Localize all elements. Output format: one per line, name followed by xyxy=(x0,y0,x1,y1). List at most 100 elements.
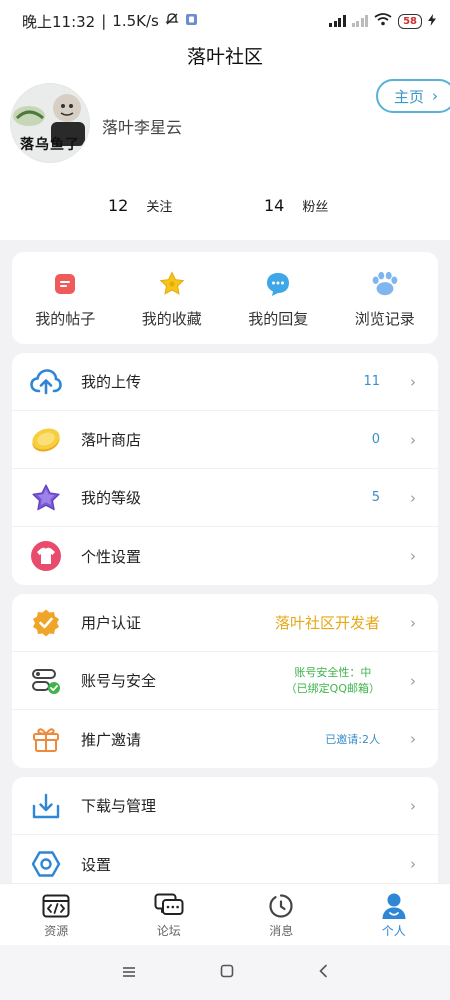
chat-bubble-icon xyxy=(264,270,292,298)
shirt-icon xyxy=(30,540,62,572)
invite-label: 推广邀请 xyxy=(81,730,142,749)
forum-icon xyxy=(154,892,184,920)
settings-hexagon-icon xyxy=(30,848,62,880)
my-replies-button[interactable]: 我的回复 xyxy=(225,252,332,344)
my-favorites-label: 我的收藏 xyxy=(141,310,202,328)
battery-indicator: 58 xyxy=(398,13,422,29)
charging-icon xyxy=(428,13,436,29)
nav-resources-label: 资源 xyxy=(44,924,69,938)
home-page-button[interactable]: 主页 › xyxy=(376,79,450,113)
nav-forum-label: 论坛 xyxy=(156,924,181,938)
wifi-icon xyxy=(374,13,392,29)
nav-profile-label: 个人 xyxy=(381,924,406,938)
page-title: 落叶社区 xyxy=(186,46,263,68)
status-speed: 1.5K/s xyxy=(112,12,159,30)
store-row[interactable]: 落叶商店 0 › xyxy=(12,411,438,469)
nav-profile[interactable]: 个人 xyxy=(338,884,450,945)
account-security-label: 账号与安全 xyxy=(81,672,157,690)
my-uploads-row[interactable]: 我的上传 11 › xyxy=(12,353,438,411)
nav-messages[interactable]: 消息 xyxy=(225,884,338,945)
chevron-right-icon: › xyxy=(410,488,416,507)
account-security-row[interactable]: 账号与安全 账号安全性：中 （已绑定QQ邮箱） › xyxy=(12,652,438,710)
menu-group-3: 下载与管理 › 设置 › xyxy=(12,777,438,897)
chevron-right-icon: › xyxy=(410,671,416,690)
download-icon xyxy=(30,790,62,822)
chevron-right-icon: › xyxy=(432,87,439,105)
chevron-right-icon: › xyxy=(410,855,416,873)
my-level-row[interactable]: 我的等级 5 › xyxy=(12,469,438,527)
menu-icon[interactable] xyxy=(122,963,136,982)
post-icon xyxy=(51,270,79,298)
security-icon xyxy=(30,665,62,697)
message-icon xyxy=(266,892,296,920)
code-icon xyxy=(41,892,71,920)
status-bar: 晚上11:32 | 1.5K/s 58 xyxy=(0,0,450,42)
following-stat[interactable]: 12 关注 xyxy=(108,196,172,215)
chevron-right-icon: › xyxy=(410,796,416,815)
settings-label: 设置 xyxy=(81,855,112,874)
nav-resources[interactable]: 资源 xyxy=(0,884,113,945)
download-manager-label: 下载与管理 xyxy=(81,797,157,815)
nav-messages-label: 消息 xyxy=(269,924,294,938)
invite-count: 已邀请:2人 xyxy=(325,733,380,746)
gift-icon xyxy=(30,723,62,755)
my-posts-button[interactable]: 我的帖子 xyxy=(12,252,119,344)
signal-icon xyxy=(329,15,346,27)
chevron-right-icon: › xyxy=(410,430,416,449)
person-icon xyxy=(379,892,409,920)
system-nav-bar xyxy=(0,945,450,1000)
personalization-label: 个性设置 xyxy=(81,547,142,566)
nav-forum[interactable]: 论坛 xyxy=(113,884,226,945)
my-level-value: 5 xyxy=(371,490,380,505)
verification-row[interactable]: 用户认证 落叶社区开发者 › xyxy=(12,594,438,652)
app-notification-icon xyxy=(185,12,198,30)
star-icon xyxy=(158,270,186,298)
chevron-right-icon: › xyxy=(410,613,416,632)
status-time: 晚上11:32 xyxy=(22,12,96,31)
chevron-right-icon: › xyxy=(410,730,416,748)
verified-badge-icon xyxy=(30,607,62,639)
coin-icon xyxy=(30,424,62,456)
verification-status: 落叶社区开发者 xyxy=(274,614,380,632)
avatar-caption: 落乌鱼了 xyxy=(20,137,80,153)
bottom-nav: 资源 论坛 消息 个人 xyxy=(0,883,450,945)
avatar[interactable]: 落乌鱼了 xyxy=(10,83,90,163)
my-posts-label: 我的帖子 xyxy=(35,310,96,328)
history-button[interactable]: 浏览记录 xyxy=(332,252,439,344)
store-count: 0 xyxy=(371,432,380,447)
store-label: 落叶商店 xyxy=(81,431,142,449)
followers-stat[interactable]: 14 粉丝 xyxy=(264,196,328,215)
username[interactable]: 落叶李星云 xyxy=(102,114,182,138)
download-manager-row[interactable]: 下载与管理 › xyxy=(12,777,438,835)
security-binding: （已绑定QQ邮箱） xyxy=(285,681,380,695)
home-page-label: 主页 xyxy=(394,87,425,106)
security-status: 账号安全性：中 （已绑定QQ邮箱） xyxy=(286,665,380,697)
chevron-right-icon: › xyxy=(410,372,416,391)
following-count: 12 xyxy=(108,196,129,215)
following-label: 关注 xyxy=(146,200,173,215)
status-separator: | xyxy=(101,12,107,30)
verification-label: 用户认证 xyxy=(81,614,142,632)
level-star-icon xyxy=(30,482,62,514)
followers-count: 14 xyxy=(264,196,285,215)
cloud-upload-icon xyxy=(30,366,62,398)
mute-icon xyxy=(165,12,179,30)
back-icon[interactable] xyxy=(318,963,328,982)
menu-group-1: 我的上传 11 › 落叶商店 0 › 我的等级 5 › 个性设置 › xyxy=(12,353,438,585)
home-icon[interactable] xyxy=(220,963,234,982)
chevron-right-icon: › xyxy=(410,547,416,565)
signal-2-icon xyxy=(351,15,369,27)
security-level: 账号安全性：中 xyxy=(294,665,372,679)
profile-header: 落叶社区 落乌鱼了 落叶李星云 主页 › 12 关注 14 粉丝 xyxy=(0,42,450,240)
followers-label: 粉丝 xyxy=(302,200,329,215)
menu-group-2: 用户认证 落叶社区开发者 › 账号与安全 账号安全性：中 （已绑定QQ邮箱） ›… xyxy=(12,594,438,768)
my-uploads-label: 我的上传 xyxy=(81,373,142,391)
my-level-label: 我的等级 xyxy=(81,489,142,507)
my-replies-label: 我的回复 xyxy=(248,310,309,328)
personalization-row[interactable]: 个性设置 › xyxy=(12,527,438,585)
my-favorites-button[interactable]: 我的收藏 xyxy=(119,252,226,344)
paw-icon xyxy=(371,270,399,298)
quick-actions: 我的帖子 我的收藏 我的回复 浏览记录 xyxy=(12,252,438,344)
invite-row[interactable]: 推广邀请 已邀请:2人 › xyxy=(12,710,438,768)
my-uploads-count: 11 xyxy=(363,374,380,389)
